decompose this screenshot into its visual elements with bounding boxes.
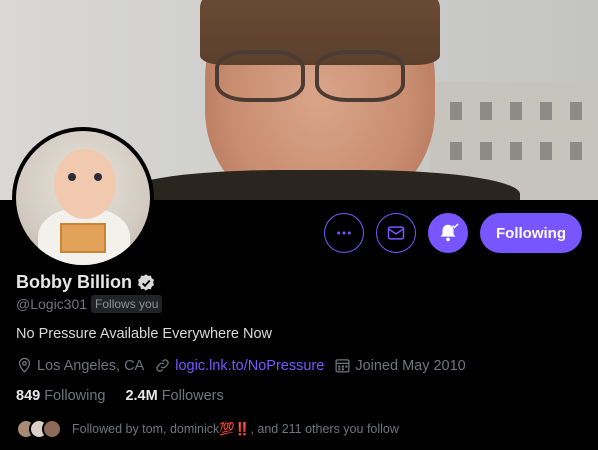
profile-stats: 849 Following 2.4M Followers [16,388,224,404]
followed-by-emoji: 💯‼️ [219,421,251,436]
profile-bio: No Pressure Available Everywhere Now [16,326,273,342]
avatar-image [16,131,150,265]
notifications-button[interactable] [428,213,469,253]
link-icon [156,359,169,372]
followed-by-text: Followed by tom, dominick💯‼️, and 211 ot… [72,422,399,437]
message-button[interactable] [376,213,417,253]
more-button[interactable] [324,213,365,253]
followers-label: Followers [161,388,224,404]
handle-row: @Logic301 Follows you [16,295,163,313]
bell-icon [440,223,459,242]
avatar [42,419,62,439]
followed-by-row[interactable]: Followed by tom, dominick💯‼️, and 211 ot… [16,419,399,439]
display-name: Bobby Billion [16,272,132,292]
followers-count: 2.4M [125,388,158,404]
location-icon [18,357,31,373]
more-icon [337,231,351,235]
followers-stat[interactable]: 2.4M Followers [125,388,223,404]
calendar-icon [335,359,350,373]
website-link[interactable]: logic.lnk.to/NoPressure [175,358,324,374]
banner-glasses-right [315,50,405,102]
location-item: Los Angeles, CA [16,357,144,374]
profile-actions: Following [324,213,582,253]
joined-item: Joined May 2010 [334,357,466,374]
joined-text: Joined May 2010 [355,357,466,374]
banner-glasses-left [215,50,305,102]
verified-badge-icon [138,273,154,291]
banner-person-shirt [120,170,520,200]
following-button[interactable]: Following [480,213,582,253]
followed-by-names: Followed by tom, dominick [72,421,220,436]
following-count: 849 [16,388,41,404]
following-label: Following [44,388,106,404]
followed-by-avatars [16,419,62,439]
follows-you-badge: Follows you [91,295,163,313]
followed-by-suffix: , and 211 others you follow [250,421,399,436]
profile-avatar[interactable] [12,127,154,269]
website-item[interactable]: logic.lnk.to/NoPressure [154,357,324,374]
following-stat[interactable]: 849 Following [16,388,105,404]
profile-meta: Los Angeles, CA logic.lnk.to/NoPressure … [16,357,466,374]
name-row: Bobby Billion [16,272,156,293]
location-text: Los Angeles, CA [37,357,145,374]
handle: @Logic301 [16,296,88,312]
mail-icon [387,226,405,240]
